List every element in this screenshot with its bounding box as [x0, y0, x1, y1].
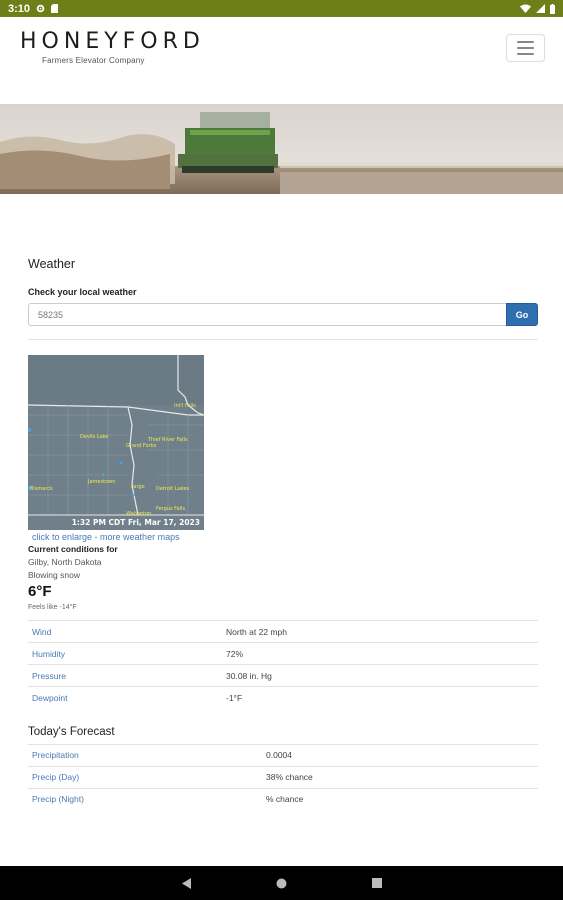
map-timestamp: 1:32 PM CDT Fri, Mar 17, 2023: [72, 518, 200, 527]
condition-label[interactable]: Humidity: [28, 642, 222, 665]
map-city-label: Grand Forks: [126, 443, 157, 449]
zip-code-input[interactable]: [28, 303, 506, 326]
map-city-label: Devils Lake: [80, 434, 109, 440]
forecast-label[interactable]: Precip (Day): [28, 765, 262, 788]
map-city-label: Jamestown: [87, 479, 115, 485]
hero-banner-image: [0, 104, 563, 194]
forecast-table: Precipitation 0.0004 Precip (Day) 38% ch…: [28, 743, 538, 810]
go-button[interactable]: Go: [506, 303, 538, 326]
condition-label[interactable]: Dewpoint: [28, 686, 222, 709]
table-row: Precip (Night) % chance: [28, 787, 538, 810]
hamburger-icon-bar: [517, 47, 534, 49]
weather-description: Blowing snow: [28, 570, 80, 580]
condition-value: -1°F: [222, 686, 538, 709]
table-row: Wind North at 22 mph: [28, 620, 538, 643]
hamburger-icon-bar: [517, 41, 534, 43]
condition-label[interactable]: Wind: [28, 620, 222, 643]
sd-card-icon: [51, 4, 59, 13]
temperature: 6°F: [28, 583, 52, 600]
back-icon: [181, 877, 191, 889]
condition-value: 30.08 in. Hg: [222, 664, 538, 687]
check-weather-label: Check your local weather: [28, 287, 137, 297]
hamburger-icon-bar: [517, 53, 534, 55]
more-weather-maps-link[interactable]: - more weather maps: [95, 532, 180, 542]
map-links: click to enlarge - more weather maps: [28, 532, 535, 542]
condition-label[interactable]: Pressure: [28, 664, 222, 687]
home-icon: [276, 878, 287, 888]
battery-icon: [550, 3, 555, 14]
map-city-label: Fargo: [131, 484, 145, 490]
logo-subtitle: Farmers Elevator Company: [42, 56, 145, 65]
weather-search: Go: [28, 303, 538, 326]
settings-icon: [36, 4, 45, 13]
status-time: 3:10: [8, 2, 31, 15]
map-city-label: Fergus Falls: [156, 506, 185, 512]
map-city-label: Bismarck: [30, 486, 53, 492]
forecast-title: Today's Forecast: [28, 725, 115, 738]
conditions-table: Wind North at 22 mph Humidity 72% Pressu…: [28, 620, 538, 709]
weather-section: Weather Check your local weather Go Devi…: [0, 194, 563, 864]
back-button[interactable]: [177, 873, 197, 893]
map-city-label: Detroit Lakes: [156, 486, 189, 492]
home-button[interactable]: [272, 873, 292, 893]
divider: [28, 339, 538, 340]
recents-button[interactable]: [367, 873, 387, 893]
logo-wordmark: HONEYFORD: [20, 29, 205, 54]
current-conditions-label: Current conditions for: [28, 544, 118, 554]
menu-button[interactable]: [506, 34, 545, 62]
status-bar: 3:10: [0, 0, 563, 17]
table-row: Precipitation 0.0004: [28, 743, 538, 766]
location-name: Gilby, North Dakota: [28, 557, 102, 567]
forecast-label[interactable]: Precip (Night): [28, 787, 262, 810]
system-nav-bar: [0, 866, 563, 900]
weather-title: Weather: [28, 257, 76, 271]
forecast-value: 0.0004: [262, 743, 538, 766]
enlarge-map-link[interactable]: click to enlarge: [32, 532, 92, 542]
signal-icon: [536, 4, 545, 13]
table-row: Humidity 72%: [28, 642, 538, 665]
wifi-icon: [520, 4, 531, 13]
logo[interactable]: HONEYFORD Farmers Elevator Company: [20, 29, 205, 66]
forecast-value: % chance: [262, 787, 538, 810]
condition-value: 72%: [222, 642, 538, 665]
map-city-label: Int'l Falls: [174, 403, 196, 409]
table-row: Pressure 30.08 in. Hg: [28, 664, 538, 687]
map-city-label: Wahpeton: [126, 511, 151, 517]
weather-radar-map[interactable]: Devils Lake Thief River Falls Grand Fork…: [28, 355, 204, 530]
table-row: Precip (Day) 38% chance: [28, 765, 538, 788]
table-row: Dewpoint -1°F: [28, 686, 538, 709]
recents-icon: [371, 878, 382, 888]
condition-value: North at 22 mph: [222, 620, 538, 643]
forecast-value: 38% chance: [262, 765, 538, 788]
site-header: HONEYFORD Farmers Elevator Company: [0, 17, 563, 104]
feels-like: Feels like -14°F: [28, 604, 77, 611]
forecast-label[interactable]: Precipitation: [28, 743, 262, 766]
